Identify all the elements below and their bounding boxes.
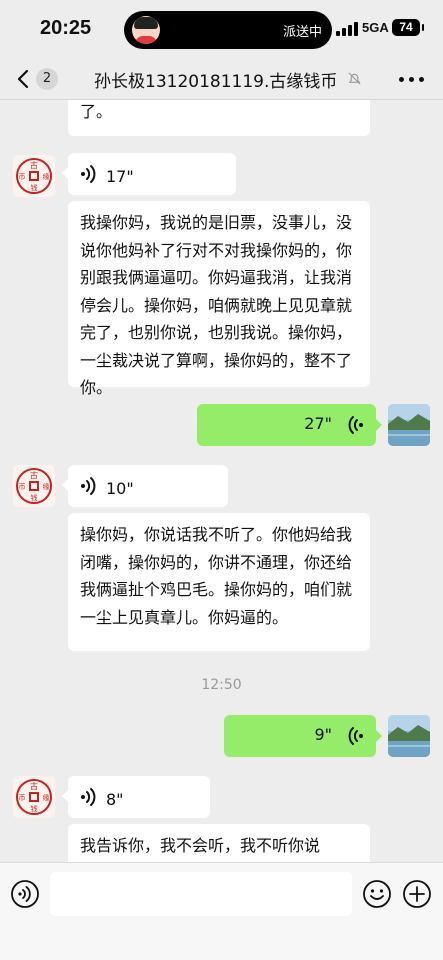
svg-text:钱: 钱 — [31, 183, 38, 192]
voice-wave-icon — [81, 165, 96, 183]
chevron-left-icon — [17, 69, 29, 89]
message-timestamp: 12:50 — [201, 677, 242, 693]
landscape-photo-icon — [388, 715, 430, 757]
network-label: 5GA — [362, 20, 389, 35]
voice-wave-icon — [348, 727, 363, 745]
voice-transcript[interactable]: 我操你妈，我说的是旧票，没事儿，没说你他妈补了行对不对我操你妈的，你别跟我俩逼逼… — [68, 201, 370, 397]
status-bar: 20:25 派送中 5GA 74 — [0, 0, 443, 58]
dynamic-island[interactable]: 派送中 — [124, 11, 332, 49]
plus-icon[interactable] — [402, 879, 432, 909]
message-text: 我告诉你，我不会听，我不听你说 — [80, 836, 321, 855]
input-bar — [0, 862, 443, 960]
svg-text:古: 古 — [30, 160, 38, 170]
svg-text:古: 古 — [30, 781, 38, 791]
my-avatar[interactable] — [388, 715, 430, 757]
emoji-icon[interactable] — [362, 879, 392, 909]
contact-avatar[interactable]: 古 缘 钱 币 — [13, 155, 55, 197]
battery-icon: 74 — [392, 19, 424, 36]
message-text: 了。 — [80, 102, 113, 121]
signal-icon — [336, 22, 358, 36]
island-status-text: 派送中 — [282, 25, 322, 40]
voice-wave-icon — [81, 477, 96, 495]
svg-text:钱: 钱 — [31, 493, 38, 502]
coin-logo-icon: 古 缘 钱 币 — [16, 779, 52, 815]
voice-transcript[interactable]: 操你妈，你说话我不听了。你他妈给我闭嘴，操你妈的，你讲不通理，你还给我俩逼扯个鸡… — [68, 513, 370, 651]
svg-text:币: 币 — [19, 173, 26, 181]
message-text-partial[interactable]: 了。 — [68, 100, 370, 136]
voice-message-outgoing[interactable]: 9" — [224, 715, 382, 757]
message-text: 操你妈，你说话我不听了。你他妈给我闭嘴，操你妈的，你讲不通理，你还给我俩逼扯个鸡… — [80, 525, 353, 627]
svg-text:钱: 钱 — [31, 804, 38, 813]
delivery-avatar-icon — [132, 16, 160, 44]
contact-avatar[interactable]: 古 缘 钱 币 — [13, 776, 55, 818]
unread-count-badge: 2 — [36, 68, 58, 90]
voice-message[interactable]: 10" — [62, 465, 228, 507]
svg-text:缘: 缘 — [43, 172, 50, 181]
svg-text:币: 币 — [19, 483, 26, 491]
landscape-photo-icon — [388, 404, 430, 446]
more-options-button[interactable] — [398, 68, 426, 90]
contact-avatar[interactable]: 古 缘 钱 币 — [13, 465, 55, 507]
voice-duration: 17" — [106, 167, 134, 186]
svg-text:缘: 缘 — [43, 482, 50, 491]
message-input[interactable] — [50, 872, 352, 916]
my-avatar[interactable] — [388, 404, 430, 446]
svg-text:缘: 缘 — [43, 793, 50, 802]
coin-logo-icon: 古 缘 钱 币 — [16, 158, 52, 194]
chat-header: 2 孙长极13120181119.古缘钱币 — [0, 58, 443, 100]
voice-duration: 9" — [314, 725, 332, 744]
svg-text:古: 古 — [30, 470, 38, 480]
voice-wave-icon — [81, 788, 96, 806]
message-list[interactable]: 了。 古 缘 钱 币 17" 我操你妈，我说的是旧票，没事儿，没说你他妈补了行对… — [0, 100, 443, 862]
voice-transcript[interactable]: 我告诉你，我不会听，我不听你说 — [68, 824, 370, 862]
voice-message[interactable]: 8" — [62, 776, 210, 818]
status-time: 20:25 — [40, 17, 92, 39]
voice-duration: 10" — [106, 479, 134, 498]
coin-logo-icon: 古 缘 钱 币 — [16, 468, 52, 504]
voice-duration: 8" — [106, 790, 124, 809]
voice-wave-icon — [348, 416, 363, 434]
voice-input-toggle-icon[interactable] — [10, 879, 40, 909]
svg-text:币: 币 — [19, 794, 26, 802]
voice-message-outgoing[interactable]: 27" — [197, 404, 382, 446]
voice-duration: 27" — [304, 414, 332, 433]
message-text: 我操你妈，我说的是旧票，没事儿，没说你他妈补了行对不对我操你妈的，你别跟我俩逼逼… — [80, 213, 353, 397]
voice-message[interactable]: 17" — [62, 153, 236, 195]
chat-title: 孙长极13120181119.古缘钱币 — [94, 72, 338, 92]
mute-bell-icon — [348, 72, 361, 85]
back-button[interactable]: 2 — [14, 64, 60, 94]
